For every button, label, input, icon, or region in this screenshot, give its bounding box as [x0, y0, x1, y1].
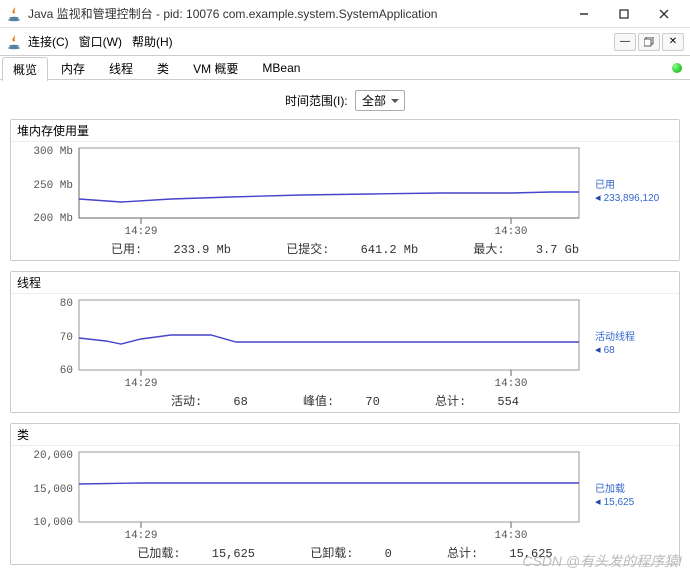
window-close-button[interactable] — [644, 2, 684, 26]
heap-stats: 已用: 233.9 Mb 已提交: 641.2 Mb 最大: 3.7 Gb — [11, 237, 679, 260]
threads-legend-name: 活动线程 — [595, 328, 669, 343]
threads-legend-value: 68 — [604, 345, 615, 356]
window-maximize-button[interactable] — [604, 2, 644, 26]
content-area: 时间范围(I): 全部 堆内存使用量 300 Mb 250 Mb 200 Mb … — [0, 80, 690, 585]
threads-legend: 活动线程 ◂ 68 — [591, 294, 669, 389]
svg-text:10,000: 10,000 — [33, 517, 73, 529]
internal-minimize-button[interactable]: — — [614, 33, 636, 51]
svg-text:20,000: 20,000 — [33, 450, 73, 462]
window-minimize-button[interactable] — [564, 2, 604, 26]
heap-chart: 300 Mb 250 Mb 200 Mb 14:29 14:30 — [11, 142, 591, 237]
tab-vm[interactable]: VM 概要 — [182, 56, 249, 80]
classes-panel: 类 20,000 15,000 10,000 14:29 14:30 已加载 ◂… — [10, 423, 680, 565]
connection-status-led — [672, 63, 682, 73]
svg-text:70: 70 — [60, 332, 73, 344]
heap-panel: 堆内存使用量 300 Mb 250 Mb 200 Mb 14:29 14:30 … — [10, 119, 680, 261]
heap-panel-title: 堆内存使用量 — [11, 120, 679, 142]
threads-panel-title: 线程 — [11, 272, 679, 294]
timerange-label: 时间范围(I): — [285, 94, 348, 108]
classes-stats: 已加载: 15,625 已卸载: 0 总计: 15,625 — [11, 541, 679, 564]
svg-text:200 Mb: 200 Mb — [33, 213, 73, 225]
classes-legend-value: 15,625 — [604, 497, 635, 508]
svg-text:60: 60 — [60, 365, 73, 377]
svg-text:14:29: 14:29 — [124, 378, 157, 389]
tab-threads[interactable]: 线程 — [98, 56, 144, 80]
heap-legend-value: 233,896,120 — [604, 193, 660, 204]
timerange-select[interactable]: 全部 — [355, 90, 405, 111]
threads-chart: 80 70 60 14:29 14:30 — [11, 294, 591, 389]
classes-legend-name: 已加载 — [595, 480, 669, 495]
svg-text:14:29: 14:29 — [124, 530, 157, 541]
legend-pointer-icon: ◂ — [595, 344, 604, 356]
menubar: 连接(C) 窗口(W) 帮助(H) — ✕ — [0, 28, 690, 56]
timerange-row: 时间范围(I): 全部 — [10, 90, 680, 111]
tab-overview[interactable]: 概览 — [2, 57, 48, 81]
threads-stats: 活动: 68 峰值: 70 总计: 554 — [11, 389, 679, 412]
menu-help[interactable]: 帮助(H) — [132, 33, 173, 50]
classes-chart: 20,000 15,000 10,000 14:29 14:30 — [11, 446, 591, 541]
svg-text:15,000: 15,000 — [33, 484, 73, 496]
tab-memory[interactable]: 内存 — [50, 56, 96, 80]
heap-legend: 已用 ◂ 233,896,120 — [591, 142, 669, 237]
heap-legend-name: 已用 — [595, 176, 669, 191]
menu-connect[interactable]: 连接(C) — [28, 33, 69, 50]
tab-mbean[interactable]: MBean — [251, 57, 311, 78]
window-titlebar: Java 监视和管理控制台 - pid: 10076 com.example.s… — [0, 0, 690, 28]
internal-close-button[interactable]: ✕ — [662, 33, 684, 51]
svg-text:14:30: 14:30 — [494, 378, 527, 389]
svg-text:14:29: 14:29 — [124, 226, 157, 237]
java-icon — [6, 34, 22, 50]
menu-window[interactable]: 窗口(W) — [79, 33, 122, 50]
window-title: Java 监视和管理控制台 - pid: 10076 com.example.s… — [28, 5, 564, 22]
svg-text:250 Mb: 250 Mb — [33, 180, 73, 192]
svg-text:14:30: 14:30 — [494, 530, 527, 541]
classes-panel-title: 类 — [11, 424, 679, 446]
classes-legend: 已加载 ◂ 15,625 — [591, 446, 669, 541]
legend-pointer-icon: ◂ — [595, 496, 604, 508]
svg-text:14:30: 14:30 — [494, 226, 527, 237]
tabbar: 概览 内存 线程 类 VM 概要 MBean — [0, 56, 690, 80]
threads-panel: 线程 80 70 60 14:29 14:30 活动线程 ◂ 68 活动: 68… — [10, 271, 680, 413]
legend-pointer-icon: ◂ — [595, 192, 604, 204]
svg-text:80: 80 — [60, 298, 73, 310]
java-icon — [6, 6, 22, 22]
svg-text:300 Mb: 300 Mb — [33, 146, 73, 158]
internal-restore-button[interactable] — [638, 33, 660, 51]
tab-classes[interactable]: 类 — [146, 56, 180, 80]
